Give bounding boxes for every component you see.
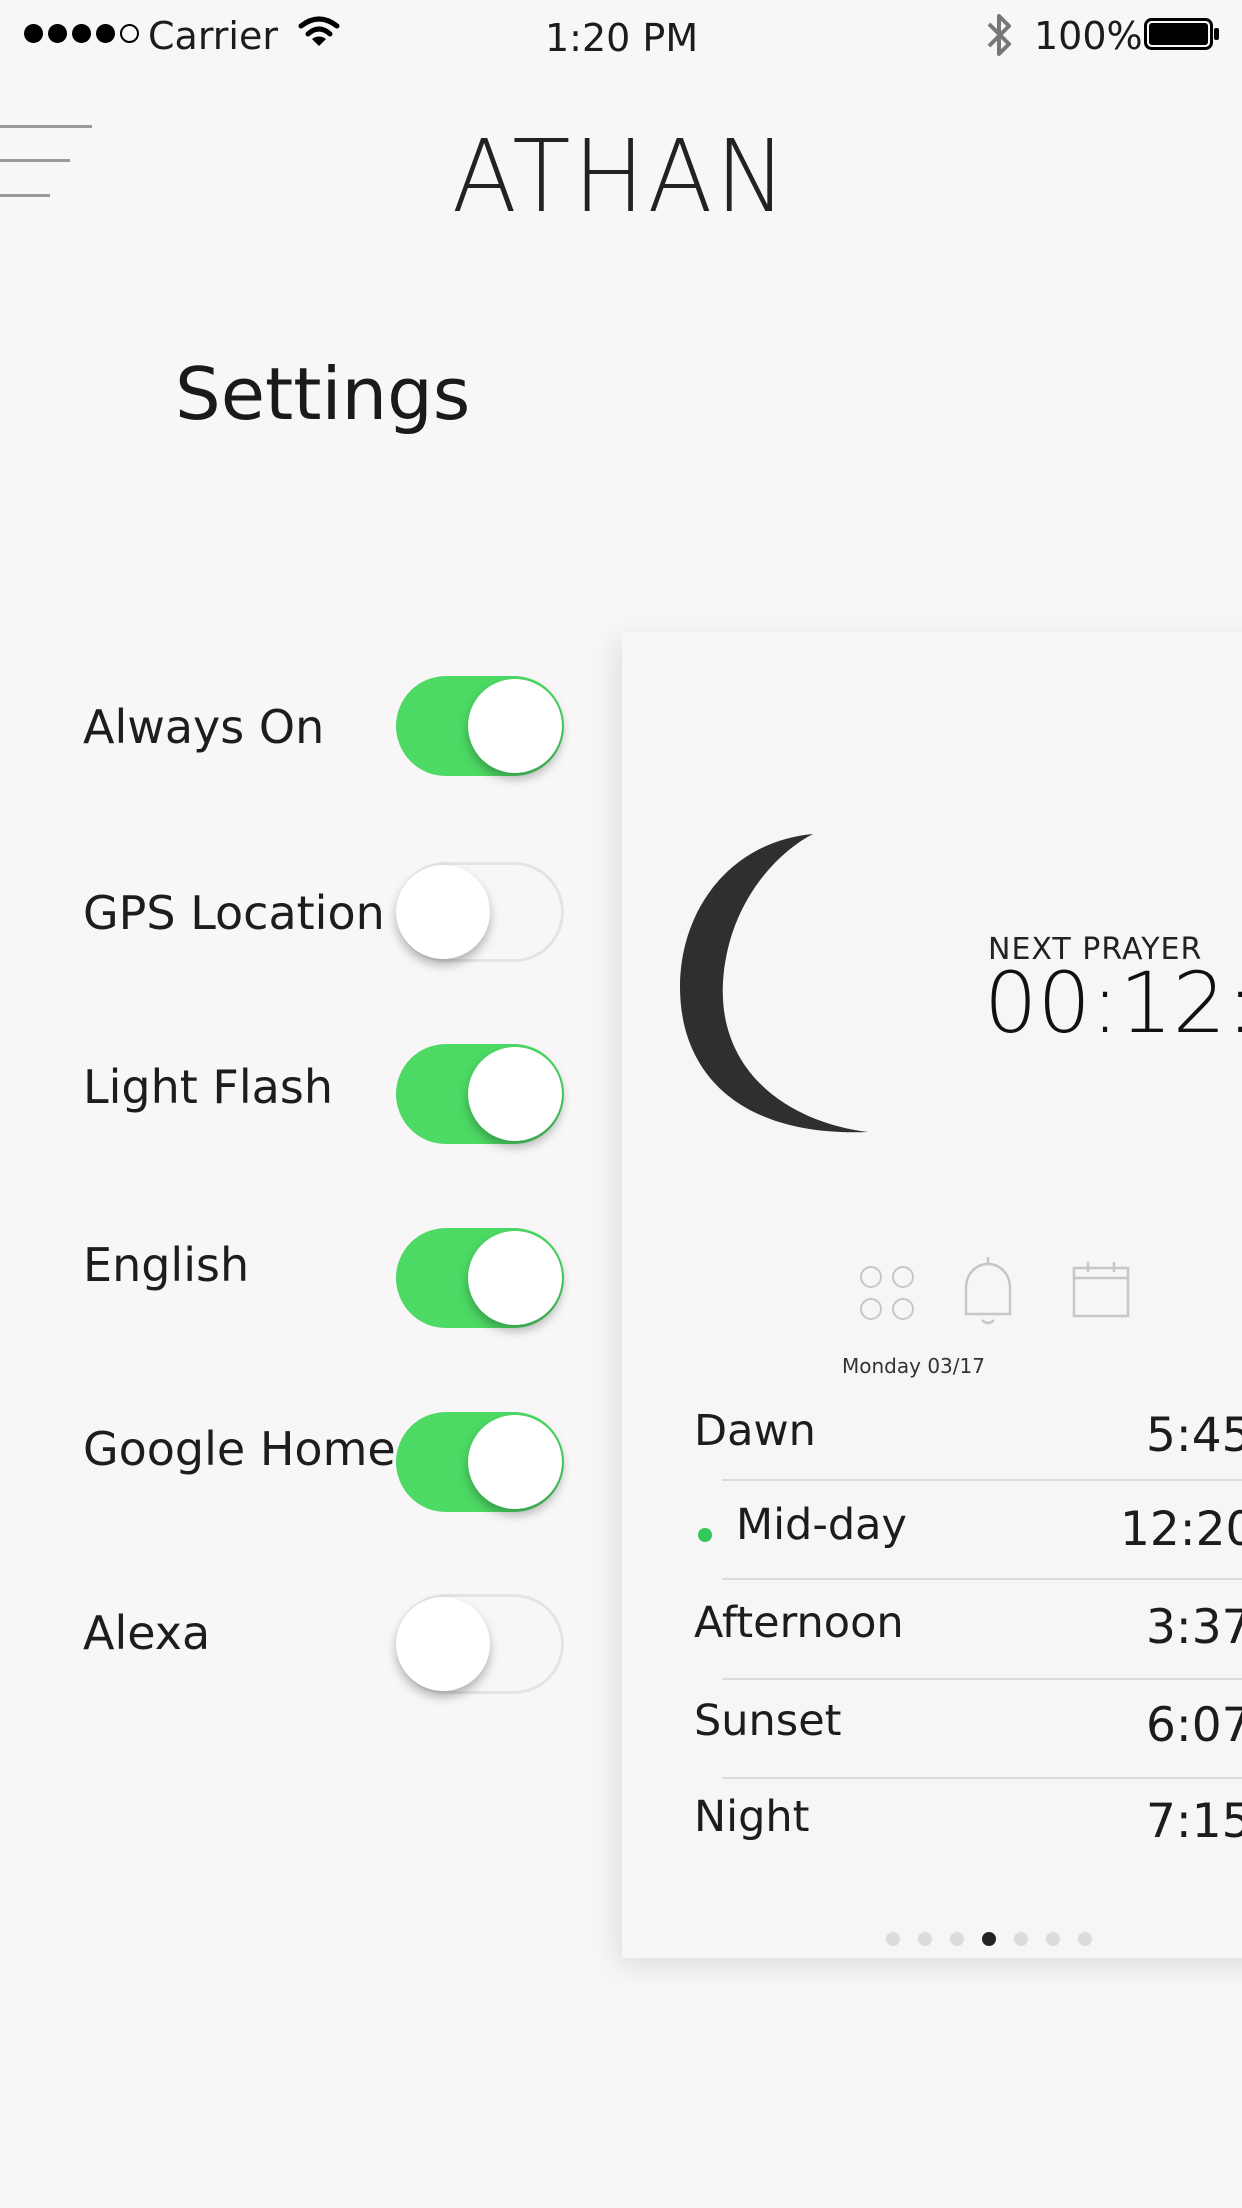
setting-label-always-on: Always On [83,700,325,754]
toggle-english[interactable] [396,1228,564,1328]
prayer-row-afternoon[interactable]: Afternoon 3:37 [694,1584,1242,1678]
prayer-time: 12:20 [1120,1502,1242,1557]
toggle-gps-location[interactable] [396,862,564,962]
status-time: 1:20 PM [545,16,699,60]
prayer-name: Night [694,1792,810,1842]
page-dot[interactable] [950,1932,964,1946]
prayer-time: 5:45 [1146,1408,1242,1463]
bell-icon[interactable] [962,1256,1014,1326]
toggle-google-home[interactable] [396,1412,564,1512]
page-dot[interactable] [1078,1932,1092,1946]
row-divider [722,1777,1242,1779]
wifi-icon [298,16,340,46]
prayer-name: Dawn [694,1406,816,1456]
page-dot[interactable] [918,1932,932,1946]
page-dot[interactable] [1014,1932,1028,1946]
toggle-light-flash[interactable] [396,1044,564,1144]
date-label: Monday 03/17 [842,1354,985,1378]
setting-label-english: English [83,1238,250,1292]
prayer-name: Mid-day [736,1500,907,1550]
crescent-moon-icon [680,834,868,1133]
page-indicator [886,1932,1092,1946]
prayer-row-mid-day[interactable]: Mid-day 12:20 [694,1486,1242,1580]
prayer-row-sunset[interactable]: Sunset 6:07 [694,1682,1242,1776]
row-divider [722,1578,1242,1580]
battery-icon [1144,18,1219,50]
page-dot[interactable] [886,1932,900,1946]
prayer-name: Sunset [694,1696,842,1746]
toggle-knob [468,1415,562,1509]
toggle-knob [396,865,490,959]
bluetooth-icon [987,14,1011,56]
next-prayer-countdown: 00:12:4 [984,954,1242,1052]
prayer-time: 7:15 [1146,1794,1242,1849]
toggle-knob [468,1231,562,1325]
status-bar: Carrier 1:20 PM 100% [0,0,1242,70]
prayer-time: 6:07 [1146,1698,1242,1753]
settings-title: Settings [175,352,471,436]
setting-label-gps-location: GPS Location [83,886,385,940]
toggle-knob [468,1047,562,1141]
carrier-label: Carrier [148,14,278,58]
page-dot[interactable] [1046,1932,1060,1946]
prayer-times-card: NEXT PRAYER 00:12:4 Monday 03/17 Dawn5:4… [622,632,1242,1958]
signal-dots-icon [24,24,139,43]
row-divider [722,1678,1242,1680]
grid-icon[interactable] [858,1264,916,1322]
prayer-row-night[interactable]: Night 7:15 [694,1778,1242,1872]
app-title: ATHAN [452,118,790,235]
active-prayer-dot [698,1528,712,1542]
toggle-always-on[interactable] [396,676,564,776]
toggle-knob [396,1597,490,1691]
battery-percent: 100% [1034,14,1143,58]
toggle-knob [468,679,562,773]
toggle-alexa[interactable] [396,1594,564,1694]
prayer-name: Afternoon [694,1598,904,1648]
prayer-time: 3:37 [1146,1600,1242,1655]
setting-label-google-home: Google Home [83,1422,396,1476]
row-divider [722,1479,1242,1481]
setting-label-light-flash: Light Flash [83,1060,333,1114]
page-dot[interactable] [982,1932,996,1946]
prayer-row-dawn[interactable]: Dawn 5:45 [694,1392,1242,1486]
setting-label-alexa: Alexa [83,1606,211,1660]
calendar-icon[interactable] [1072,1260,1130,1318]
